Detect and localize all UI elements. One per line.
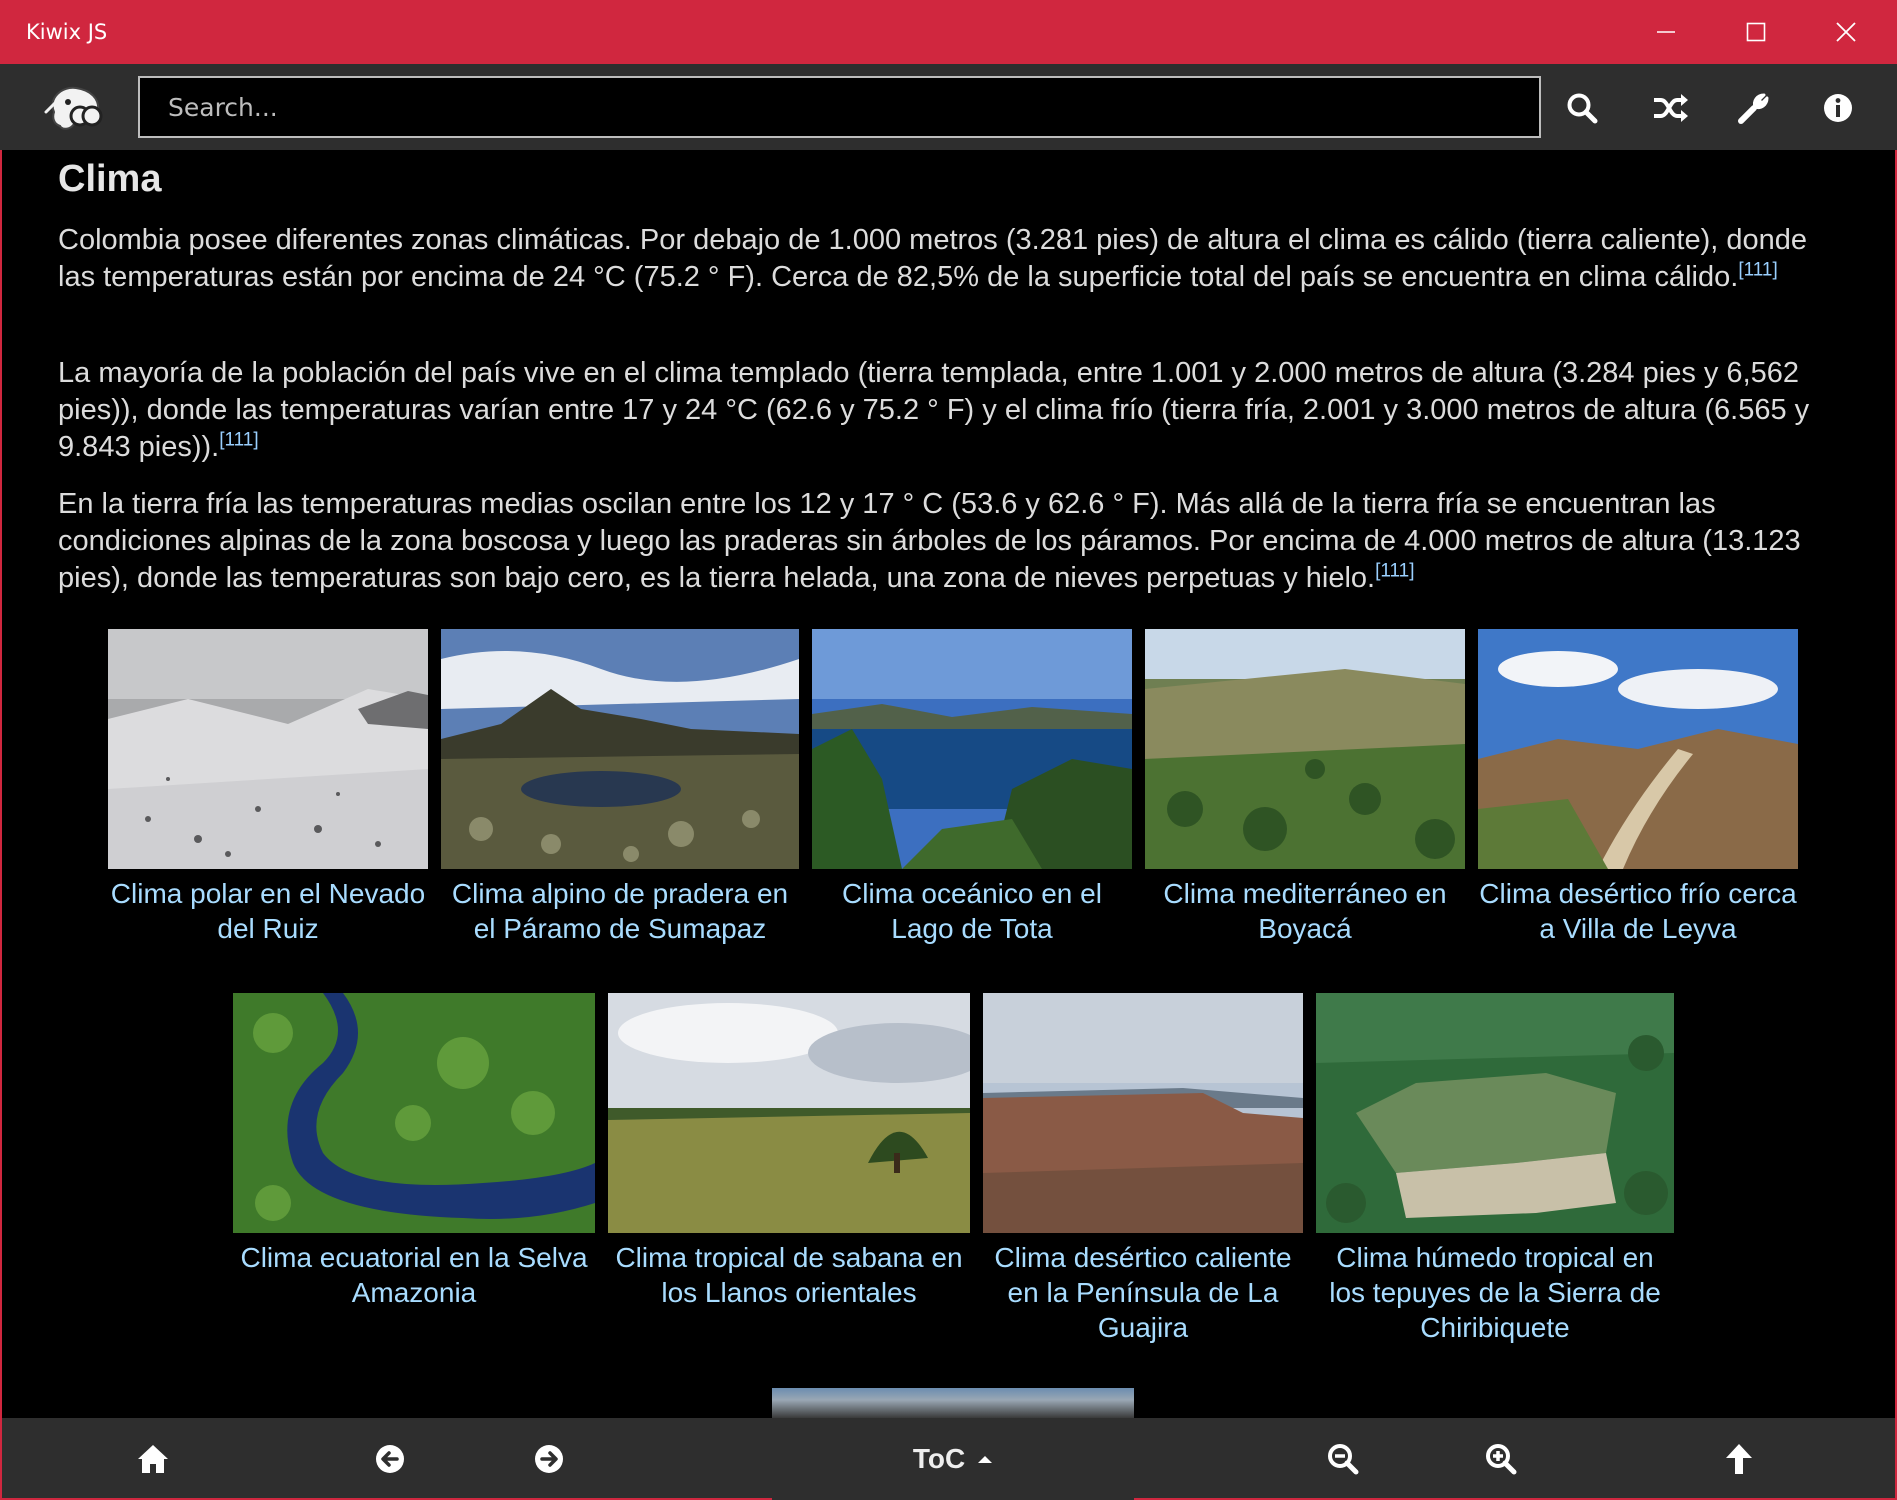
maximize-icon bbox=[1746, 22, 1766, 42]
paragraph: Colombia posee diferentes zonas climátic… bbox=[58, 224, 1807, 293]
forward-icon bbox=[535, 1445, 563, 1473]
minimize-button[interactable] bbox=[1622, 0, 1710, 64]
gallery-caption[interactable]: Clima ecuatorial en la Selva Amazonia bbox=[233, 1240, 595, 1310]
gallery-item[interactable]: Clima húmedo tropical en los tepuyes de … bbox=[1316, 993, 1674, 1345]
search-button[interactable] bbox=[1558, 84, 1606, 132]
maximize-button[interactable] bbox=[1712, 0, 1800, 64]
app-title: Kiwix JS bbox=[26, 20, 108, 44]
reference-link[interactable]: [111] bbox=[1738, 259, 1777, 280]
gallery-caption[interactable]: Clima mediterráneo en Boyacá bbox=[1145, 876, 1465, 946]
scroll-top-button[interactable] bbox=[1714, 1434, 1764, 1484]
gallery-caption[interactable]: Clima oceánico en el Lago de Tota bbox=[812, 876, 1132, 946]
bottom-toolbar: ToC bbox=[0, 1388, 1897, 1500]
zoom-out-icon bbox=[1328, 1444, 1359, 1475]
gallery-item[interactable]: Clima oceánico en el Lago de Tota bbox=[812, 629, 1132, 946]
home-icon bbox=[138, 1445, 168, 1473]
gallery-item[interactable]: Clima tropical de sabana en los Llanos o… bbox=[608, 993, 970, 1310]
gallery-item[interactable]: Clima desértico frío cerca a Villa de Le… bbox=[1478, 629, 1798, 946]
gallery-caption[interactable]: Clima alpino de pradera en el Páramo de … bbox=[441, 876, 799, 946]
kiwix-logo-icon[interactable] bbox=[44, 82, 108, 134]
close-icon bbox=[1836, 22, 1856, 42]
gallery-image[interactable] bbox=[441, 629, 799, 869]
toolbar bbox=[0, 64, 1897, 150]
title-bar: Kiwix JS bbox=[0, 0, 1897, 64]
reference-link[interactable]: [111] bbox=[1375, 560, 1414, 581]
gallery-image[interactable] bbox=[233, 993, 595, 1233]
back-button[interactable] bbox=[365, 1434, 415, 1484]
gallery-item[interactable]: Clima ecuatorial en la Selva Amazonia bbox=[233, 993, 595, 1310]
paragraph: La mayoría de la población del país vive… bbox=[58, 357, 1810, 463]
gallery-caption[interactable]: Clima tropical de sabana en los Llanos o… bbox=[608, 1240, 970, 1310]
gallery-caption[interactable]: Clima húmedo tropical en los tepuyes de … bbox=[1316, 1240, 1674, 1345]
settings-button[interactable] bbox=[1730, 84, 1778, 132]
gallery-image[interactable] bbox=[1316, 993, 1674, 1233]
wrench-icon bbox=[1738, 93, 1769, 124]
random-icon bbox=[1654, 94, 1688, 122]
paragraph: En la tierra fría las temperaturas media… bbox=[58, 488, 1801, 594]
gallery-image[interactable] bbox=[983, 993, 1303, 1233]
zoom-in-button[interactable] bbox=[1476, 1434, 1526, 1484]
gallery-caption[interactable]: Clima desértico caliente en la Península… bbox=[983, 1240, 1303, 1345]
reference-link[interactable]: [111] bbox=[219, 429, 258, 450]
gallery-image[interactable] bbox=[1478, 629, 1798, 869]
random-article-button[interactable] bbox=[1646, 84, 1694, 132]
gallery-image[interactable] bbox=[108, 629, 428, 869]
gallery-image[interactable] bbox=[812, 629, 1132, 869]
zoom-out-button[interactable] bbox=[1318, 1434, 1368, 1484]
section-title: Clima bbox=[58, 158, 162, 200]
search-input[interactable] bbox=[138, 76, 1541, 138]
back-icon bbox=[376, 1445, 404, 1473]
gallery-caption[interactable]: Clima desértico frío cerca a Villa de Le… bbox=[1478, 876, 1798, 946]
zoom-in-icon bbox=[1486, 1444, 1517, 1475]
home-button[interactable] bbox=[128, 1434, 178, 1484]
info-icon bbox=[1824, 94, 1852, 122]
gallery-item[interactable]: Clima alpino de pradera en el Páramo de … bbox=[441, 629, 799, 946]
gallery-caption[interactable]: Clima polar en el Nevado del Ruiz bbox=[108, 876, 428, 946]
minimize-icon bbox=[1657, 31, 1675, 33]
caret-up-icon bbox=[978, 1456, 993, 1463]
article-content[interactable]: Clima Colombia posee diferentes zonas cl… bbox=[0, 150, 1897, 1418]
search-icon bbox=[1567, 93, 1598, 124]
close-button[interactable] bbox=[1802, 0, 1890, 64]
gallery-item[interactable]: Clima polar en el Nevado del Ruiz bbox=[108, 629, 428, 946]
scroll-top-icon bbox=[1726, 1444, 1752, 1474]
gallery-item[interactable]: Clima mediterráneo en Boyacá bbox=[1145, 629, 1465, 946]
about-button[interactable] bbox=[1814, 84, 1862, 132]
gallery-item[interactable]: Clima desértico caliente en la Península… bbox=[983, 993, 1303, 1345]
gallery-image[interactable] bbox=[1145, 629, 1465, 869]
toc-button[interactable]: ToC bbox=[772, 1388, 1134, 1500]
gallery-image[interactable] bbox=[608, 993, 970, 1233]
forward-button[interactable] bbox=[524, 1434, 574, 1484]
toc-label: ToC bbox=[912, 1443, 966, 1474]
